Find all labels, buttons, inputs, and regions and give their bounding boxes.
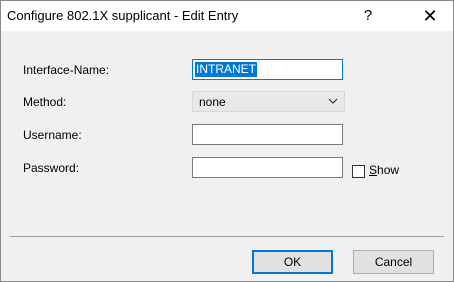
ok-button[interactable]: OK [252,250,333,274]
interface-name-label: Interface-Name: [23,63,110,77]
method-label: Method: [23,95,67,109]
password-input[interactable] [192,157,343,178]
interface-name-value: INTRANET [195,62,257,77]
dialog-title: Configure 802.1X supplicant - Edit Entry [7,8,239,23]
show-password-label[interactable]: Show [369,163,399,177]
interface-name-input[interactable]: INTRANET [192,59,343,80]
separator [10,236,444,237]
password-label: Password: [23,161,80,175]
chevron-down-icon [328,98,338,104]
cancel-button[interactable]: Cancel [353,250,434,274]
help-icon: ? [363,7,373,24]
close-icon: ✕ [422,6,438,26]
help-button[interactable]: ? [345,1,391,31]
edit-entry-dialog: Configure 802.1X supplicant - Edit Entry… [0,0,454,282]
username-label: Username: [23,128,82,142]
method-select[interactable]: none [192,91,345,112]
title-bar[interactable]: Configure 802.1X supplicant - Edit Entry… [1,1,453,31]
username-input[interactable] [192,124,343,145]
close-button[interactable]: ✕ [407,1,453,31]
method-selected-value: none [199,95,226,109]
show-password-checkbox[interactable] [352,165,365,178]
